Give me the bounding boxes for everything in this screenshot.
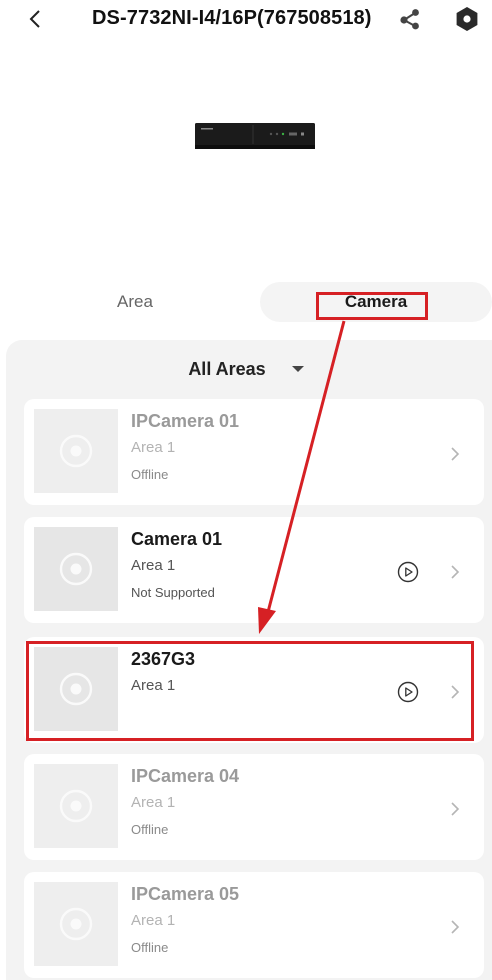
- chevron-right-icon: [451, 685, 460, 699]
- camera-card-2367g3[interactable]: 2367G3 Area 1: [24, 637, 484, 743]
- view-tabs: Area Camera: [10, 282, 492, 322]
- camera-thumbnail: [34, 527, 118, 611]
- chevron-right-icon: [451, 565, 460, 579]
- camera-area: Area 1: [131, 439, 176, 456]
- camera-lens-icon: [59, 672, 93, 706]
- chevron-right-icon: [451, 920, 460, 934]
- camera-lens-icon: [59, 907, 93, 941]
- chevron-right-icon: [451, 447, 460, 461]
- camera-name: 2367G3: [131, 649, 196, 669]
- device-title: DS-7732NI-I4/16P(767508518): [92, 7, 372, 29]
- tab-camera[interactable]: Camera: [260, 282, 492, 322]
- camera-area: Area 1: [131, 794, 176, 811]
- camera-area: Area 1: [131, 912, 176, 929]
- camera-lens-icon: [59, 789, 93, 823]
- header-bar: DS-7732NI-I4/16P(767508518): [0, 0, 492, 40]
- camera-area: Area 1: [131, 557, 176, 574]
- camera-area: Area 1: [131, 677, 176, 694]
- camera-name: IPCamera 05: [131, 884, 240, 904]
- camera-status: Offline: [131, 467, 169, 482]
- camera-thumbnail: [34, 882, 118, 966]
- camera-card-camera-01[interactable]: Camera 01 Area 1 Not Supported: [24, 517, 484, 623]
- play-icon[interactable]: [397, 561, 419, 583]
- chevron-left-icon[interactable]: [26, 8, 46, 30]
- camera-name: Camera 01: [131, 529, 223, 549]
- camera-card-ipcamera-04[interactable]: IPCamera 04 Area 1 Offline: [24, 754, 484, 860]
- camera-name: IPCamera 01: [131, 411, 240, 431]
- camera-card-ipcamera-01[interactable]: IPCamera 01 Area 1 Offline: [24, 399, 484, 505]
- nvr-device-image: [195, 123, 315, 149]
- camera-thumbnail: [34, 647, 118, 731]
- chevron-right-icon: [451, 802, 460, 816]
- camera-lens-icon: [59, 552, 93, 586]
- area-filter-dropdown[interactable]: All Areas: [0, 340, 492, 398]
- play-icon[interactable]: [397, 681, 419, 703]
- share-icon[interactable]: [398, 7, 422, 31]
- camera-name: IPCamera 04: [131, 766, 240, 786]
- area-filter-label: All Areas: [188, 358, 266, 379]
- camera-status: Offline: [131, 822, 169, 837]
- camera-thumbnail: [34, 764, 118, 848]
- caret-down-icon: [291, 366, 304, 372]
- tab-area[interactable]: Area: [10, 282, 260, 322]
- camera-card-ipcamera-05[interactable]: IPCamera 05 Area 1 Offline: [24, 872, 484, 978]
- camera-status: Not Supported: [131, 585, 215, 600]
- camera-thumbnail: [34, 409, 118, 493]
- camera-status: Offline: [131, 940, 169, 955]
- camera-lens-icon: [59, 434, 93, 468]
- settings-icon[interactable]: [454, 6, 480, 32]
